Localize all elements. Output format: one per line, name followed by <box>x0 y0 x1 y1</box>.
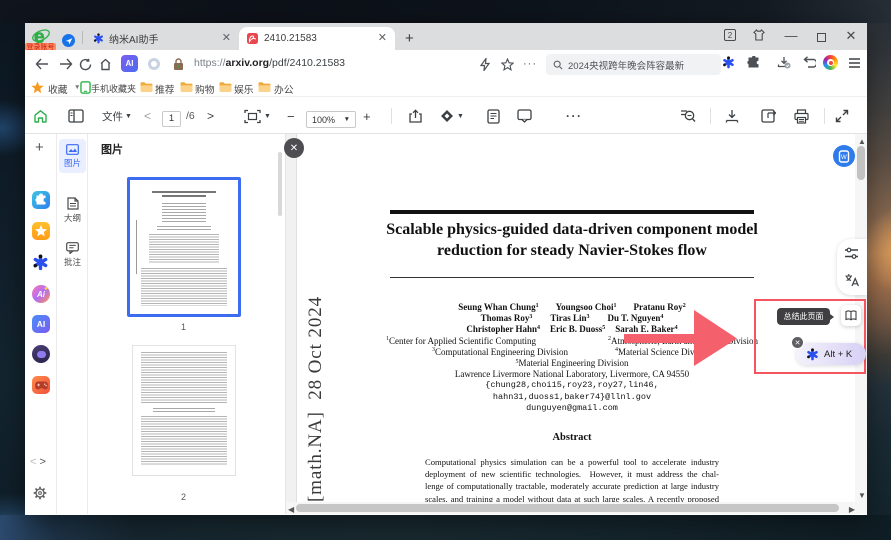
svg-text:W: W <box>841 155 847 161</box>
